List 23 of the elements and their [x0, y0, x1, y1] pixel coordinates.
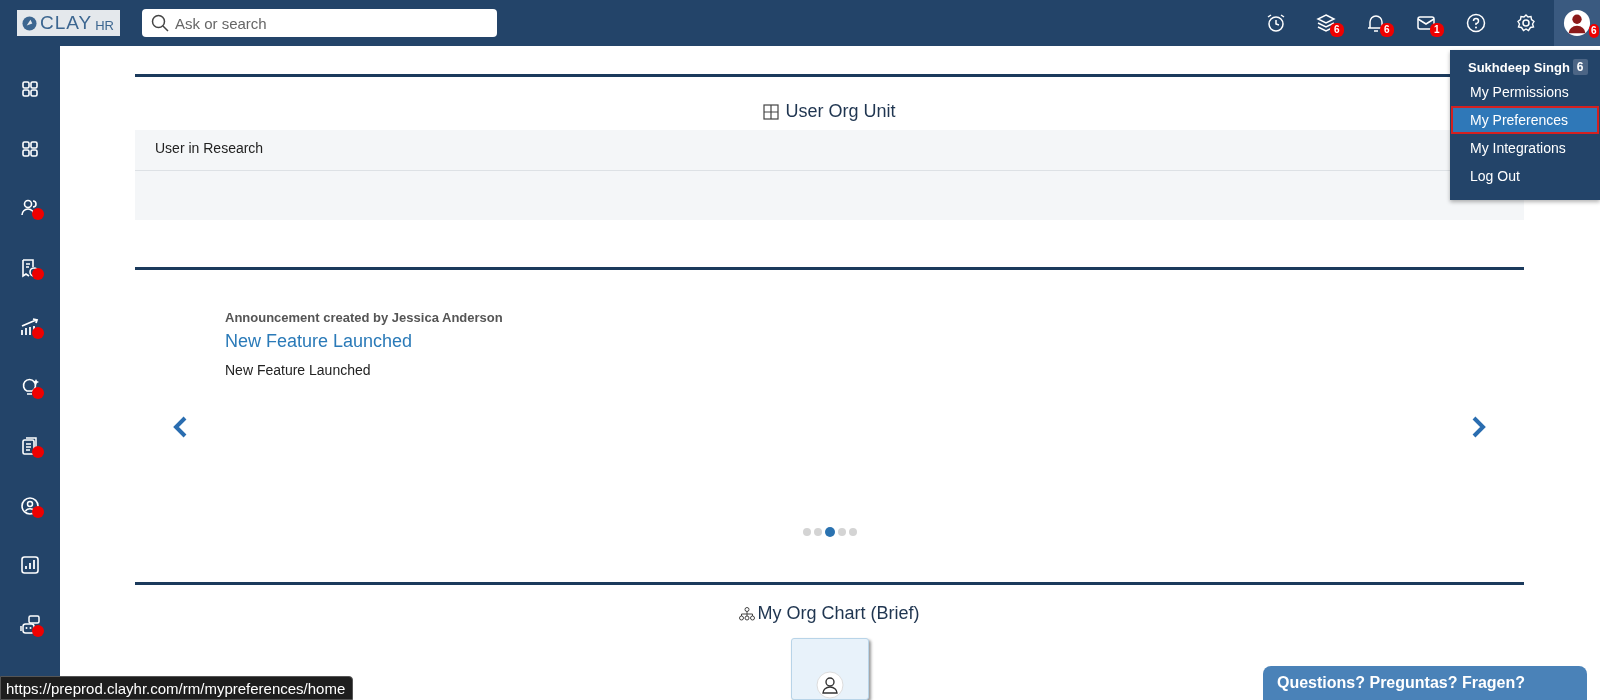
count-badge: 1 — [1430, 23, 1444, 37]
count-badge: 6 — [1589, 24, 1599, 38]
search-field[interactable]: Ask or search — [142, 9, 497, 37]
count-badge: 6 — [1380, 23, 1394, 37]
table-cell: User in Research — [155, 140, 264, 156]
announcement-title-link[interactable]: New Feature Launched — [225, 331, 1434, 352]
count-badge: 6 — [1572, 59, 1588, 75]
menu-item[interactable]: My Preferences — [1451, 106, 1599, 134]
announcement-byline: Announcement created by Jessica Anderson — [225, 310, 504, 325]
section-title: User Org Unit — [785, 101, 896, 122]
section-title: My Org Chart (Brief) — [757, 603, 920, 624]
announcement-body: New Feature Launched — [225, 362, 372, 378]
logo-text: CLAY — [40, 12, 93, 34]
chat-button[interactable]: Questions? Preguntas? Fragen? — [1263, 666, 1587, 700]
avatar-button[interactable]: 6 — [1554, 0, 1600, 46]
menu-item[interactable]: My Integrations — [1451, 134, 1599, 162]
user-name: Sukhdeep Singh — [1468, 59, 1570, 75]
menu-item[interactable]: Log Out — [1451, 162, 1599, 190]
menu-item[interactable]: My Permissions — [1451, 78, 1599, 106]
logo-suffix: HR — [95, 17, 114, 33]
count-badge: 6 — [1330, 23, 1344, 37]
clay-hr-logo[interactable]: CLAY HR — [17, 10, 120, 36]
url-tooltip: https://preprod.clayhr.com/rm/mypreferences/home — [0, 676, 354, 700]
